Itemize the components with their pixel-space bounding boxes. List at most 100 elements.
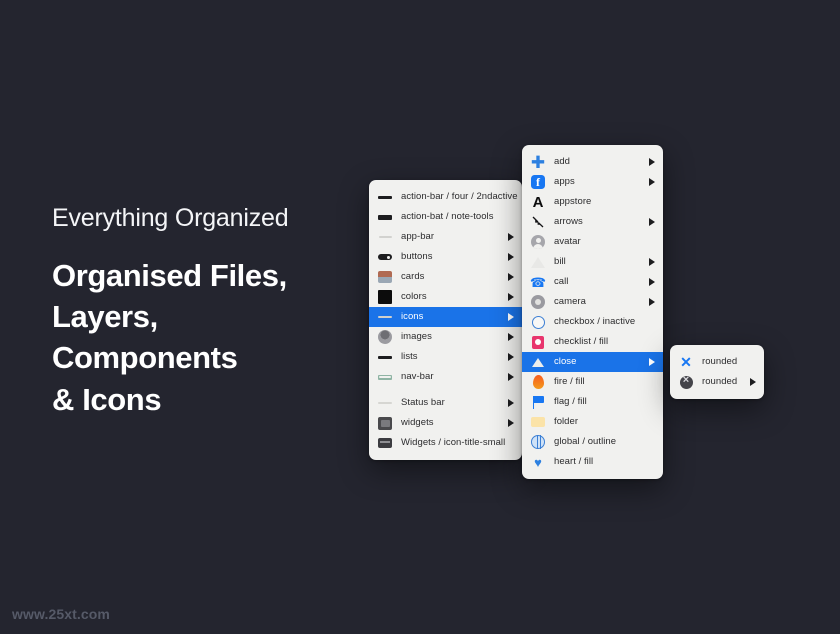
menu-item-appstore[interactable]: Aappstore — [522, 192, 663, 212]
submenu-arrow-icon — [508, 293, 514, 301]
checkbox-icon-glyph — [531, 315, 545, 329]
menu-item-icons[interactable]: icons — [369, 307, 522, 327]
menu-item-flag-fill[interactable]: flag / fill — [522, 392, 663, 412]
menu-item-rounded[interactable]: rounded — [670, 372, 764, 392]
menu-item-label: buttons — [401, 251, 433, 263]
avatar-icon — [530, 234, 546, 250]
files-menu-panel: action-bar / four / 2ndactive action-bat … — [369, 180, 522, 460]
menu-item-call[interactable]: ☎ call — [522, 272, 663, 292]
submenu-arrow-icon — [649, 278, 655, 286]
toggle-pill-thumb — [377, 249, 393, 265]
widget-thumb — [377, 415, 393, 431]
close-circle-icon-glyph — [679, 374, 693, 389]
menu-item-images[interactable]: images — [369, 327, 522, 347]
menu-item-label: images — [401, 331, 432, 343]
menu-item-label: lists — [401, 351, 418, 363]
globe-icon — [530, 434, 546, 450]
submenu-arrow-icon — [508, 233, 514, 241]
menu-item-label: camera — [554, 296, 586, 308]
bill-icon-glyph — [531, 256, 545, 268]
submenu-arrow-icon — [508, 313, 514, 321]
app-bar-thumb-glyph — [378, 236, 392, 238]
menu-item-label: action-bat / note-tools — [401, 211, 494, 223]
menu-item-avatar[interactable]: avatar — [522, 232, 663, 252]
menu-item-label: heart / fill — [554, 456, 594, 468]
menu-item-lists[interactable]: lists — [369, 347, 522, 367]
menu-item-apps[interactable]: apps — [522, 172, 663, 192]
menu-item-label: apps — [554, 176, 575, 188]
list-bar-thumb-glyph — [378, 355, 392, 359]
appstore-icon-glyph: A — [532, 193, 544, 211]
menu-item-fire-fill[interactable]: fire / fill — [522, 372, 663, 392]
icons-menu-panel: ✚ add apps Aappstore arrows avatar bill ☎ call ca… — [522, 145, 663, 479]
eyebrow-text: Everything Organized — [52, 204, 289, 232]
menu-item-label: global / outline — [554, 436, 617, 448]
menu-item-add[interactable]: ✚ add — [522, 152, 663, 172]
icons-thumb-glyph — [378, 316, 392, 318]
arrows-icon — [530, 214, 546, 230]
plus-icon-glyph: ✚ — [530, 152, 546, 172]
menu-item-arrows[interactable]: arrows — [522, 212, 663, 232]
bar-thick-thumb — [377, 209, 393, 225]
menu-item-label: Status bar — [401, 397, 445, 409]
plus-icon: ✚ — [530, 152, 546, 172]
phone-icon: ☎ — [530, 274, 546, 290]
menu-item-checklist-fill[interactable]: checklist / fill — [522, 332, 663, 352]
close-submenu-panel: ✕ rounded rounded — [670, 345, 764, 399]
status-bar-thumb — [377, 395, 393, 411]
menu-item-rounded[interactable]: ✕ rounded — [670, 352, 764, 372]
menu-item-global-outline[interactable]: global / outline — [522, 432, 663, 452]
flag-icon — [530, 394, 546, 410]
toggle-pill-thumb-glyph — [378, 254, 392, 260]
menu-item-label: checkbox / inactive — [554, 316, 636, 328]
camera-icon-glyph — [531, 295, 545, 309]
menu-item-label: nav-bar — [401, 371, 434, 383]
menu-item-close[interactable]: close — [522, 352, 663, 372]
menu-item-widgets[interactable]: widgets — [369, 413, 522, 433]
menu-item-label: rounded — [702, 376, 738, 388]
list-bar-thumb — [377, 349, 393, 365]
fire-icon-glyph — [532, 375, 544, 389]
menu-item-checkbox-inactive[interactable]: checkbox / inactive — [522, 312, 663, 332]
appstore-icon: A — [530, 194, 546, 210]
marketing-copy: Everything Organized Organised Files, La… — [52, 203, 382, 420]
nav-bar-thumb — [377, 369, 393, 385]
menu-item-action-bat-note-tools[interactable]: action-bat / note-tools — [369, 207, 522, 227]
widget-small-thumb — [377, 435, 393, 451]
close-icon — [530, 354, 546, 370]
menu-item-heart-fill[interactable]: ♥ heart / fill — [522, 452, 663, 472]
facebook-icon — [530, 174, 546, 190]
menu-item-app-bar[interactable]: app-bar — [369, 227, 522, 247]
menu-item-bill[interactable]: bill — [522, 252, 663, 272]
arrows-icon-glyph — [531, 215, 545, 229]
close-circle-icon — [678, 374, 694, 390]
submenu-arrow-icon — [649, 158, 655, 166]
status-bar-thumb-glyph — [378, 402, 392, 404]
submenu-arrow-icon — [508, 353, 514, 361]
avatar-photo-thumb — [377, 329, 393, 345]
widget-thumb-glyph — [378, 416, 392, 430]
folder-icon — [530, 414, 546, 430]
close-icon-glyph — [532, 357, 544, 367]
app-bar-thumb — [377, 229, 393, 245]
menu-item-cards[interactable]: cards — [369, 267, 522, 287]
menu-item-camera[interactable]: camera — [522, 292, 663, 312]
submenu-arrow-icon — [649, 258, 655, 266]
menu-item-label: appstore — [554, 196, 592, 208]
submenu-arrow-icon — [649, 358, 655, 366]
submenu-arrow-icon — [649, 298, 655, 306]
menu-item-colors[interactable]: colors — [369, 287, 522, 307]
globe-icon-glyph — [531, 434, 545, 449]
menu-item-status-bar[interactable]: Status bar — [369, 393, 522, 413]
checkbox-icon — [530, 314, 546, 330]
menu-item-folder[interactable]: folder — [522, 412, 663, 432]
menu-item-nav-bar[interactable]: nav-bar — [369, 367, 522, 387]
card-image-thumb-glyph — [378, 271, 392, 283]
menu-item-widgets-icon-title-small[interactable]: Widgets / icon-title-small — [369, 433, 522, 453]
submenu-arrow-icon — [508, 399, 514, 407]
submenu-arrow-icon — [508, 419, 514, 427]
menu-item-label: widgets — [401, 417, 434, 429]
menu-item-buttons[interactable]: buttons — [369, 247, 522, 267]
menu-item-label: Widgets / icon-title-small — [401, 437, 506, 449]
menu-item-action-bar-four-2ndactive[interactable]: action-bar / four / 2ndactive — [369, 187, 522, 207]
